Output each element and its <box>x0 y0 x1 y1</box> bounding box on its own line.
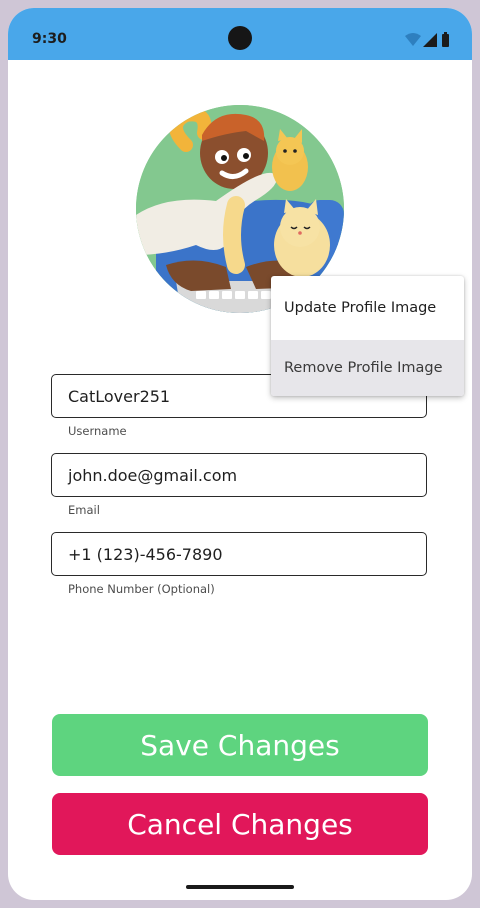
signal-icon <box>423 33 437 47</box>
profile-image-menu: Update Profile Image Remove Profile Imag… <box>271 276 464 396</box>
username-value: CatLover251 <box>68 387 171 406</box>
phone-value: +1 (123)-456-7890 <box>68 545 223 564</box>
save-changes-button[interactable]: Save Changes <box>52 714 428 776</box>
cancel-changes-button[interactable]: Cancel Changes <box>52 793 428 855</box>
username-label: Username <box>68 424 127 438</box>
device-frame: 9:30 CatLover251 Username john.doe@gmail… <box>0 0 480 908</box>
email-field[interactable]: john.doe@gmail.com <box>51 453 427 497</box>
remove-profile-image-menu-item[interactable]: Remove Profile Image <box>271 340 464 396</box>
phone-label: Phone Number (Optional) <box>68 582 215 596</box>
home-indicator[interactable] <box>186 885 294 889</box>
status-time: 9:30 <box>32 31 67 47</box>
email-value: john.doe@gmail.com <box>68 466 238 485</box>
status-bar: 9:30 <box>8 8 472 60</box>
phone-field[interactable]: +1 (123)-456-7890 <box>51 532 427 576</box>
update-profile-image-menu-item[interactable]: Update Profile Image <box>271 280 464 336</box>
camera-cutout <box>228 26 252 50</box>
wifi-icon <box>405 33 421 46</box>
app-screen: 9:30 CatLover251 Username john.doe@gmail… <box>8 8 472 900</box>
email-label: Email <box>68 503 100 517</box>
battery-icon <box>442 32 449 47</box>
status-icons <box>404 32 452 48</box>
